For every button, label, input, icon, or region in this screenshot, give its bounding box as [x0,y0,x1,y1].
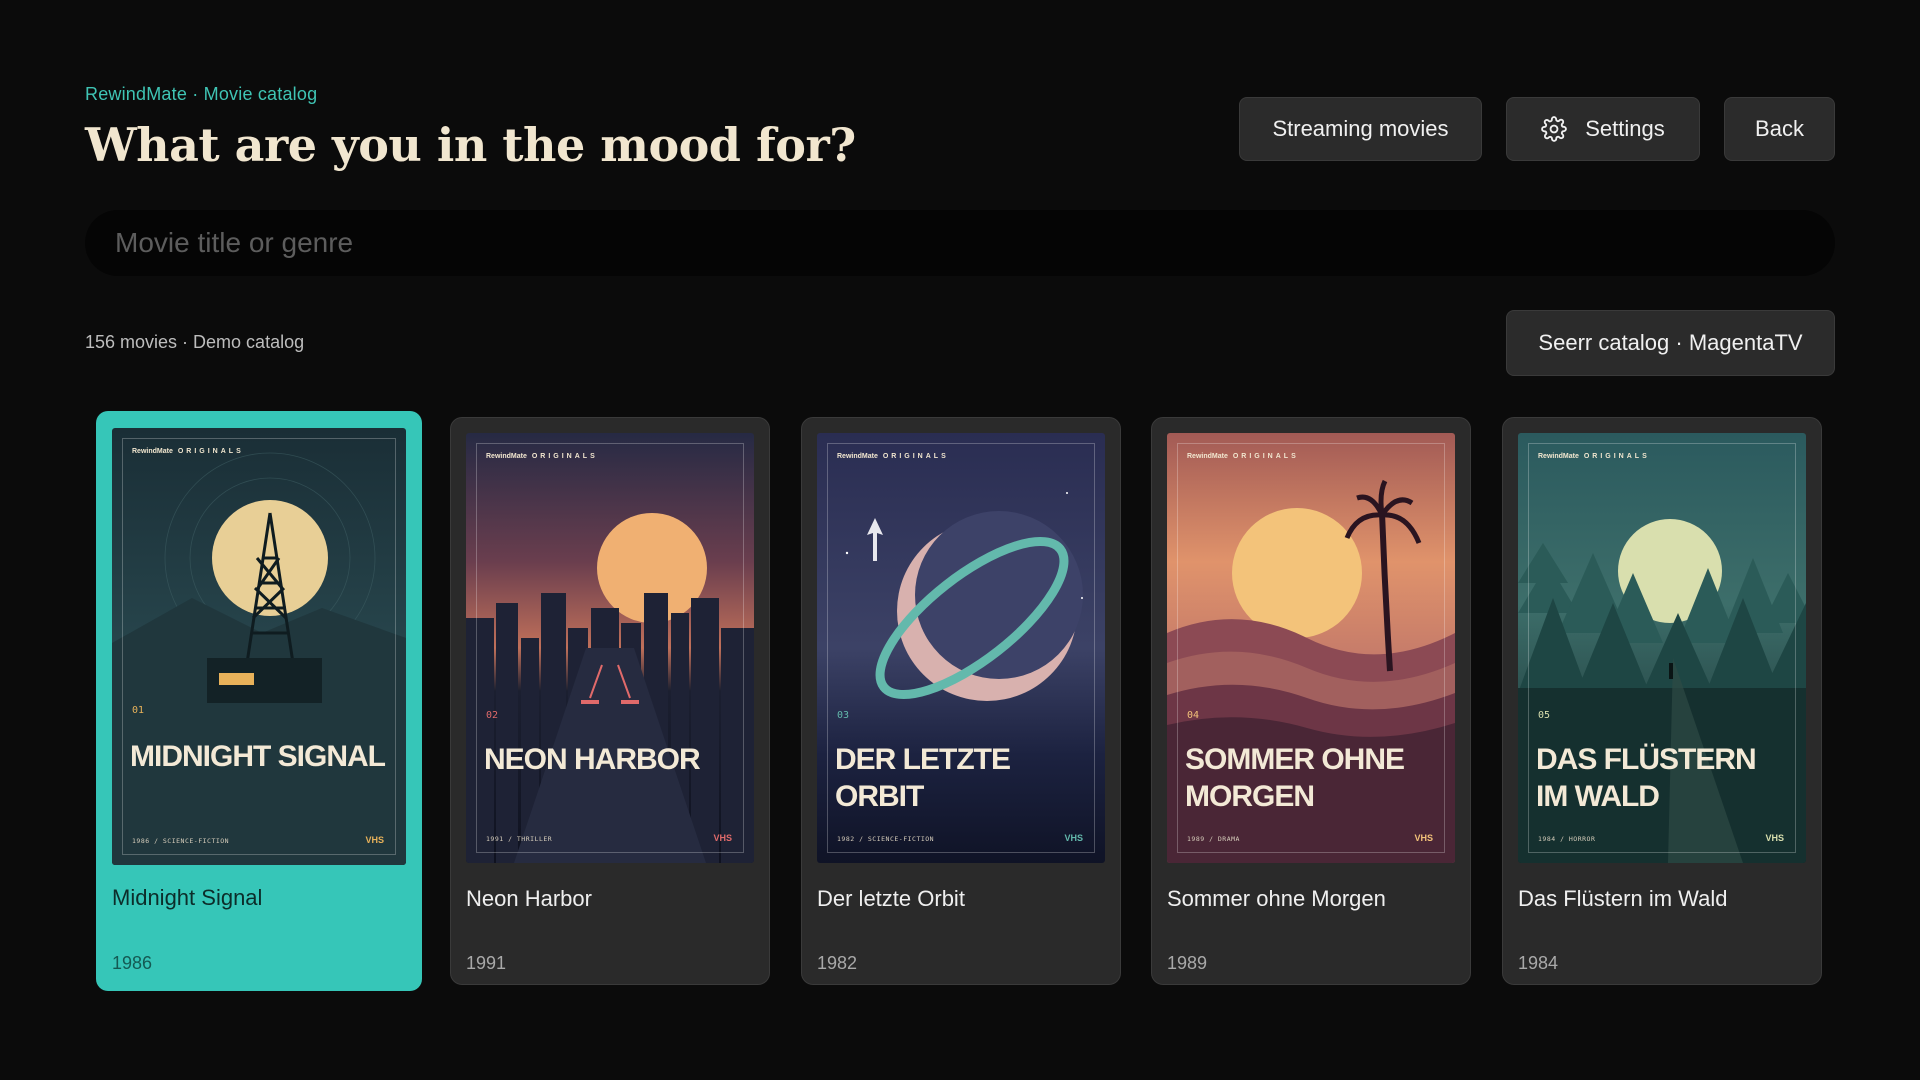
movie-year: 1986 [112,953,153,973]
poster-number: 01 [132,705,145,716]
poster-number: 05 [1538,710,1551,721]
movie-card-das-fluestern-im-wald[interactable]: RewindMate ORIGINALS 05 DAS FLÜSTERN IM W… [1502,417,1822,985]
poster-brand: RewindMate ORIGINALS [1187,453,1299,460]
movie-title: Der letzte Orbit [817,886,965,911]
poster-meta: 1986 / SCIENCE-FICTION [132,837,230,845]
movie-card-midnight-signal[interactable]: RewindMate ORIGINALS 01 MIDNIGHT SIGNAL 1… [96,411,422,991]
poster-image: RewindMate ORIGINALS 04 SOMMER OHNE MORGE… [1167,433,1455,863]
poster-title: SOMMER OHNE MORGEN [1185,743,1405,813]
poster-image: RewindMate ORIGINALS 05 DAS FLÜSTERN IM W… [1518,433,1806,863]
movie-title: Neon Harbor [466,886,592,911]
poster-title: MIDNIGHT SIGNAL [130,740,386,773]
movie-year: 1991 [466,953,507,973]
movie-card-neon-harbor[interactable]: RewindMate ORIGINALS 02 NEON HARBOR 1991 … [450,417,770,985]
movie-year: 1982 [817,953,858,973]
movie-title: Sommer ohne Morgen [1167,886,1386,911]
movie-title: Das Flüstern im Wald [1518,886,1728,911]
breadcrumb: RewindMate · Movie catalog [85,84,318,104]
poster-title: DAS FLÜSTERN IM WALD [1536,743,1757,813]
movie-card-der-letzte-orbit[interactable]: RewindMate ORIGINALS 03 DER LETZTE ORBIT … [801,417,1121,985]
movie-title: Midnight Signal [112,885,263,910]
catalog-source-label: Seerr catalog · MagentaTV [1538,330,1803,355]
poster-meta: 1982 / SCIENCE-FICTION [837,835,935,843]
settings-label: Settings [1585,116,1665,141]
search-input[interactable] [85,210,1835,276]
poster-meta: 1984 / HORROR [1538,835,1596,843]
poster-frame [476,443,744,853]
poster-number: 02 [486,710,499,721]
back-button[interactable]: Back [1724,97,1835,161]
poster-number: 03 [837,710,850,721]
vhs-badge: VHS [713,833,732,843]
poster-number: 04 [1187,710,1200,721]
movie-year: 1984 [1518,953,1559,973]
poster-image: RewindMate ORIGINALS 01 MIDNIGHT SIGNAL 1… [112,428,406,865]
poster-brand: RewindMate ORIGINALS [837,453,949,460]
poster-title: DER LETZTE ORBIT [835,743,1011,813]
vhs-badge: VHS [1414,833,1433,843]
poster-meta: 1989 / DRAMA [1187,835,1240,843]
vhs-badge: VHS [1064,833,1083,843]
settings-button[interactable]: Settings [1506,97,1700,161]
poster-frame [122,438,396,855]
catalog-source-button[interactable]: Seerr catalog · MagentaTV [1506,310,1835,376]
streaming-movies-button[interactable]: Streaming movies [1239,97,1482,161]
poster-brand: RewindMate ORIGINALS [132,448,244,455]
movie-card-sommer-ohne-morgen[interactable]: RewindMate ORIGINALS 04 SOMMER OHNE MORGE… [1151,417,1471,985]
vhs-badge: VHS [365,835,384,845]
streaming-movies-label: Streaming movies [1272,116,1449,141]
poster-brand: RewindMate ORIGINALS [1538,453,1650,460]
poster-brand: RewindMate ORIGINALS [486,453,598,460]
movie-year: 1989 [1167,953,1208,973]
vhs-badge: VHS [1765,833,1784,843]
back-label: Back [1755,116,1804,141]
poster-image: RewindMate ORIGINALS 02 NEON HARBOR 1991 … [466,433,754,863]
gear-icon [1541,116,1568,142]
page-title: What are you in the mood for? [85,118,856,172]
poster-title: NEON HARBOR [484,743,701,776]
movie-count: 156 movies · Demo catalog [85,332,305,352]
poster-meta: 1991 / THRILLER [486,835,553,843]
poster-image: RewindMate ORIGINALS 03 DER LETZTE ORBIT … [817,433,1105,863]
